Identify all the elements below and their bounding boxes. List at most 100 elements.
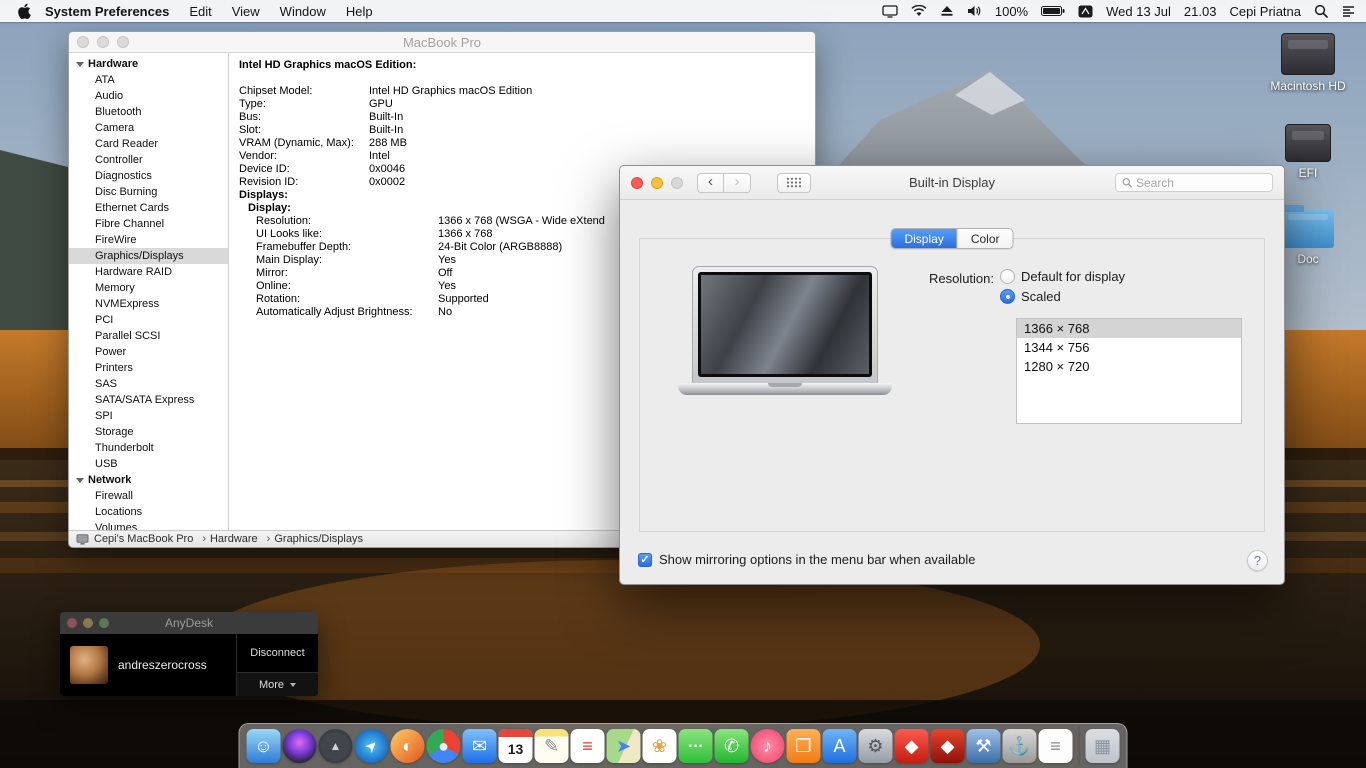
forward-button[interactable] bbox=[724, 173, 751, 193]
radio-row-scaled[interactable]: Scaled bbox=[1000, 289, 1061, 304]
dock-item[interactable]: ✆ bbox=[715, 729, 749, 763]
minimize-button[interactable] bbox=[97, 36, 109, 48]
dock-item[interactable]: ▲ bbox=[319, 729, 353, 763]
menu-item[interactable]: Help bbox=[346, 4, 373, 19]
close-button[interactable] bbox=[631, 177, 643, 189]
sidebar-item[interactable]: SATA/SATA Express bbox=[69, 392, 228, 408]
mirroring-option[interactable]: Show mirroring options in the menu bar w… bbox=[638, 552, 976, 567]
apple-menu[interactable] bbox=[18, 3, 31, 19]
battery-percent[interactable]: 100% bbox=[995, 4, 1028, 19]
sidebar-item[interactable]: Ethernet Cards bbox=[69, 200, 228, 216]
sidebar-item[interactable]: Power bbox=[69, 344, 228, 360]
menu-clock-time[interactable]: 21.03 bbox=[1184, 4, 1217, 19]
title-bar[interactable]: AnyDesk bbox=[60, 612, 318, 634]
battery-icon[interactable] bbox=[1041, 5, 1065, 17]
tab[interactable]: Display bbox=[891, 229, 956, 248]
disclosure-triangle-icon[interactable] bbox=[76, 478, 84, 483]
disclosure-triangle-icon[interactable] bbox=[76, 62, 84, 67]
zoom-button[interactable] bbox=[671, 177, 683, 189]
sidebar-item[interactable]: PCI bbox=[69, 312, 228, 328]
minimize-button[interactable] bbox=[651, 177, 663, 189]
sidebar-item[interactable]: Locations bbox=[69, 504, 228, 520]
menu-clock-date[interactable]: Wed 13 Jul bbox=[1106, 4, 1171, 19]
sidebar-item[interactable]: FireWire bbox=[69, 232, 228, 248]
breadcrumb-item[interactable]: ›Cepi's MacBook Pro bbox=[94, 533, 193, 545]
sidebar-item[interactable]: SAS bbox=[69, 376, 228, 392]
more-button[interactable]: More bbox=[237, 672, 318, 696]
dock-item-trash[interactable]: ▦ bbox=[1086, 729, 1120, 763]
dock-item[interactable]: ≡ bbox=[571, 729, 605, 763]
volume-icon[interactable] bbox=[967, 5, 982, 17]
notification-center-icon[interactable] bbox=[1341, 5, 1356, 17]
menu-item[interactable]: Edit bbox=[189, 4, 211, 19]
sidebar-item[interactable]: Volumes bbox=[69, 520, 228, 530]
input-menu-icon[interactable] bbox=[1078, 5, 1093, 18]
search-field[interactable] bbox=[1115, 173, 1273, 192]
sidebar-item[interactable]: Fibre Channel bbox=[69, 216, 228, 232]
user-menu[interactable]: Cepi Priatna bbox=[1229, 4, 1301, 19]
radio-scaled[interactable] bbox=[1000, 289, 1015, 304]
tab[interactable]: Color bbox=[957, 229, 1013, 248]
sidebar-item[interactable]: Thunderbolt bbox=[69, 440, 228, 456]
back-button[interactable] bbox=[697, 173, 724, 193]
menu-item[interactable]: Window bbox=[280, 4, 326, 19]
dock-item[interactable]: ✉ bbox=[463, 729, 497, 763]
sidebar-item[interactable]: Disc Burning bbox=[69, 184, 228, 200]
sidebar-item[interactable]: USB bbox=[69, 456, 228, 472]
mirroring-checkbox[interactable] bbox=[638, 553, 652, 567]
dock-item[interactable]: ≡ bbox=[1039, 729, 1073, 763]
disconnect-button[interactable]: Disconnect bbox=[237, 634, 318, 672]
sidebar-item[interactable]: NVMExpress bbox=[69, 296, 228, 312]
sidebar-item[interactable]: Memory bbox=[69, 280, 228, 296]
dock-item[interactable]: ● bbox=[427, 729, 461, 763]
dock-item[interactable]: ⚙ bbox=[859, 729, 893, 763]
dock-item[interactable]: A bbox=[823, 729, 857, 763]
resolution-option[interactable]: 1344 × 756 bbox=[1017, 338, 1241, 357]
dock-item[interactable]: 13 bbox=[499, 729, 533, 763]
zoom-button[interactable] bbox=[117, 36, 129, 48]
toolbar[interactable]: Built-in Display bbox=[620, 166, 1284, 200]
sidebar-section-hardware[interactable]: Hardware bbox=[69, 56, 228, 72]
radio-row-default[interactable]: Default for display bbox=[1000, 269, 1125, 284]
sidebar-item[interactable]: Storage bbox=[69, 424, 228, 440]
dock-item[interactable]: ⚓ bbox=[1003, 729, 1037, 763]
zoom-button[interactable] bbox=[99, 618, 109, 628]
sidebar-item[interactable]: Camera bbox=[69, 120, 228, 136]
menu-item[interactable]: View bbox=[232, 4, 260, 19]
sidebar-item[interactable]: Firewall bbox=[69, 488, 228, 504]
dock-item[interactable]: ❀ bbox=[643, 729, 677, 763]
sidebar-item[interactable]: ATA bbox=[69, 72, 228, 88]
spotlight-icon[interactable] bbox=[1314, 4, 1328, 18]
title-bar[interactable]: MacBook Pro bbox=[69, 32, 815, 53]
sidebar-item[interactable]: SPI bbox=[69, 408, 228, 424]
dock-item[interactable]: ➤ bbox=[355, 729, 389, 763]
wifi-icon[interactable] bbox=[911, 5, 927, 17]
minimize-button[interactable] bbox=[83, 618, 93, 628]
show-all-button[interactable] bbox=[777, 173, 811, 193]
sidebar-item[interactable]: Controller bbox=[69, 152, 228, 168]
sidebar-item[interactable]: Parallel SCSI bbox=[69, 328, 228, 344]
breadcrumb-item[interactable]: ›Hardware bbox=[198, 533, 257, 545]
dock-item[interactable]: ✎ bbox=[535, 729, 569, 763]
sidebar-item[interactable]: Hardware RAID bbox=[69, 264, 228, 280]
sidebar-item[interactable]: Audio bbox=[69, 88, 228, 104]
close-button[interactable] bbox=[67, 618, 77, 628]
radio-default-for-display[interactable] bbox=[1000, 269, 1015, 284]
sidebar-item[interactable]: Bluetooth bbox=[69, 104, 228, 120]
search-input[interactable] bbox=[1136, 176, 1266, 190]
sidebar-section-network[interactable]: Network bbox=[69, 472, 228, 488]
sidebar-item[interactable]: Diagnostics bbox=[69, 168, 228, 184]
close-button[interactable] bbox=[77, 36, 89, 48]
dock-item[interactable] bbox=[283, 729, 317, 763]
dock-item[interactable]: ◐ bbox=[391, 729, 425, 763]
dock-item[interactable]: ◆ bbox=[931, 729, 965, 763]
dock-item[interactable]: ☺ bbox=[247, 729, 281, 763]
resolution-list[interactable]: 1366 × 768 1344 × 756 1280 × 720 bbox=[1016, 318, 1242, 424]
sidebar-item[interactable]: Printers bbox=[69, 360, 228, 376]
resolution-option[interactable]: 1366 × 768 bbox=[1017, 319, 1241, 338]
dock-item[interactable]: … bbox=[679, 729, 713, 763]
eject-icon[interactable] bbox=[940, 5, 954, 17]
sidebar-item[interactable]: Graphics/Displays bbox=[69, 248, 228, 264]
dock-item[interactable]: ➤ bbox=[607, 729, 641, 763]
dock-item[interactable]: ⚒ bbox=[967, 729, 1001, 763]
